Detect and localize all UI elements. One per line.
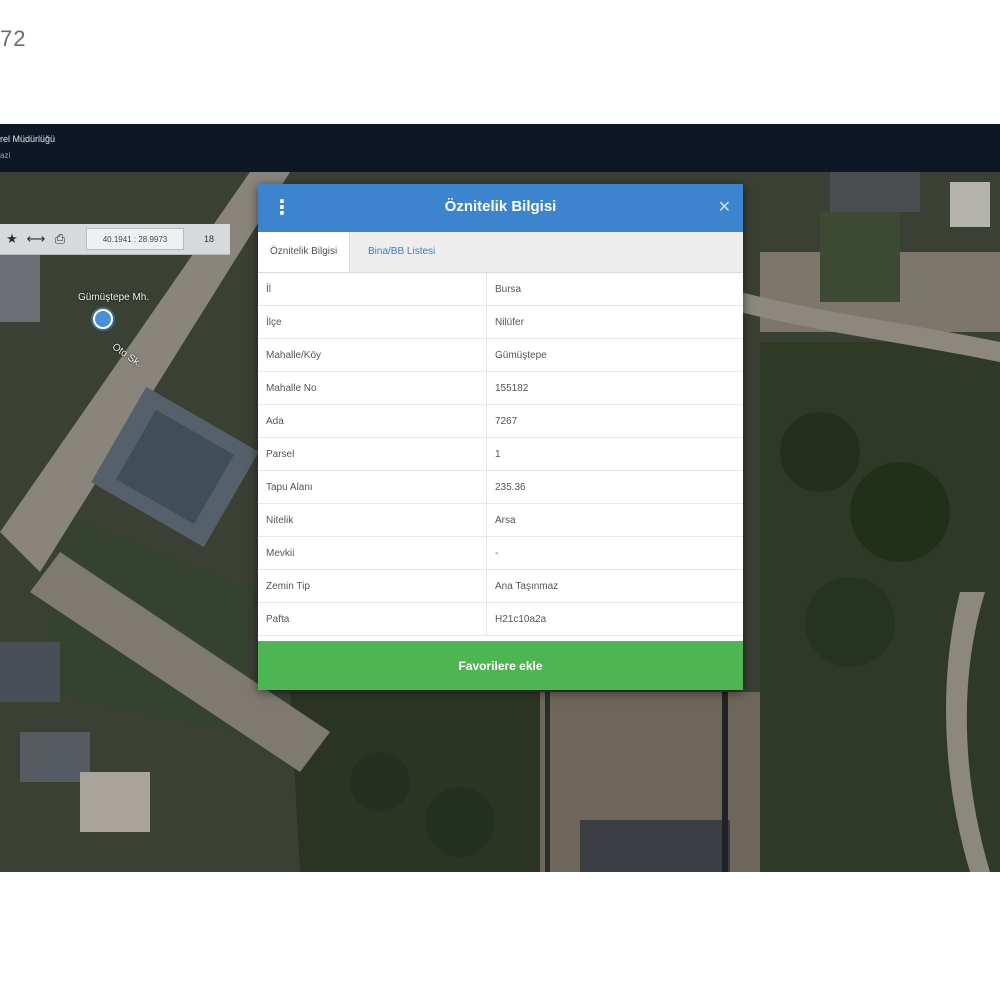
star-icon[interactable]: ★ — [0, 224, 24, 254]
table-row: İlçe Nilüfer — [258, 305, 743, 339]
attribute-key: İlçe — [258, 305, 487, 339]
attribute-table: İl Bursa İlçe Nilüfer Mahalle/Köy Gümüştepe… — [258, 273, 743, 636]
attribute-key: Mevkii — [258, 536, 487, 570]
corner-number: 72 — [0, 26, 27, 51]
print-icon[interactable]: ⎙ — [48, 224, 72, 254]
attribute-value: 155182 — [486, 371, 743, 405]
attribute-value: - — [486, 536, 743, 570]
attribute-value: 235.36 — [486, 470, 743, 504]
attribute-key: Ada — [258, 404, 487, 438]
location-pin-icon[interactable] — [93, 309, 113, 329]
attribute-value: H21c10a2a — [486, 602, 743, 636]
map-toolbar: ★ ⟷ ⎙ 40.1941 : 28.9973 18 — [0, 224, 230, 255]
table-row: Zemin Tip Ana Taşınmaz — [258, 569, 743, 603]
table-row: Nitelik Arsa — [258, 503, 743, 537]
attribute-key: Pafta — [258, 602, 487, 636]
attribute-value: 7267 — [486, 404, 743, 438]
dialog-header: ⋮ Öznitelik Bilgisi ✕ — [258, 184, 743, 232]
table-row: Tapu Alanı 235.36 — [258, 470, 743, 504]
table-row: Mahalle No 155182 — [258, 371, 743, 405]
attribute-key: Mahalle No — [258, 371, 487, 405]
tab-attribute-info[interactable]: Öznitelik Bilgisi — [258, 232, 351, 272]
close-icon[interactable]: ✕ — [718, 197, 731, 217]
attribute-key: İl — [258, 273, 487, 306]
attribute-value: 1 — [486, 437, 743, 471]
attribute-key: Zemin Tip — [258, 569, 487, 603]
attribute-value: Arsa — [486, 503, 743, 537]
attribute-value: Nilüfer — [486, 305, 743, 339]
attribute-info-dialog: ⋮ Öznitelik Bilgisi ✕ Öznitelik Bilgisi … — [258, 184, 743, 690]
attribute-key: Mahalle/Köy — [258, 338, 487, 372]
zoom-level: 18 — [203, 234, 214, 244]
coordinate-readout: 40.1941 : 28.9973 — [86, 228, 184, 250]
attribute-key: Nitelik — [258, 503, 487, 537]
table-row: Pafta H21c10a2a — [258, 602, 743, 636]
dialog-tabs: Öznitelik Bilgisi Bina/BB Listesi — [258, 232, 743, 273]
table-row: Parsel 1 — [258, 437, 743, 471]
app-title: rel Müdürlüğü — [0, 134, 56, 144]
table-row: Ada 7267 — [258, 404, 743, 438]
add-to-favorites-button[interactable]: Favorilere ekle — [258, 641, 743, 690]
map-label-neighborhood: Gümüştepe Mh. — [78, 292, 150, 303]
app-subtitle: azi — [0, 151, 11, 160]
attribute-value: Bursa — [486, 273, 743, 306]
attribute-value: Ana Taşınmaz — [486, 569, 743, 603]
attribute-value: Gümüştepe — [486, 338, 743, 372]
app-top-bar: rel Müdürlüğü azi — [0, 124, 1000, 172]
measure-icon[interactable]: ⟷ — [24, 224, 48, 254]
table-row: Mevkii - — [258, 536, 743, 570]
tab-building-list[interactable]: Bina/BB Listesi — [356, 232, 447, 272]
dialog-title: Öznitelik Bilgisi — [444, 198, 557, 215]
table-row: Mahalle/Köy Gümüştepe — [258, 338, 743, 372]
attribute-key: Parsel — [258, 437, 487, 471]
attribute-key: Tapu Alanı — [258, 470, 487, 504]
table-row: İl Bursa — [258, 273, 743, 306]
